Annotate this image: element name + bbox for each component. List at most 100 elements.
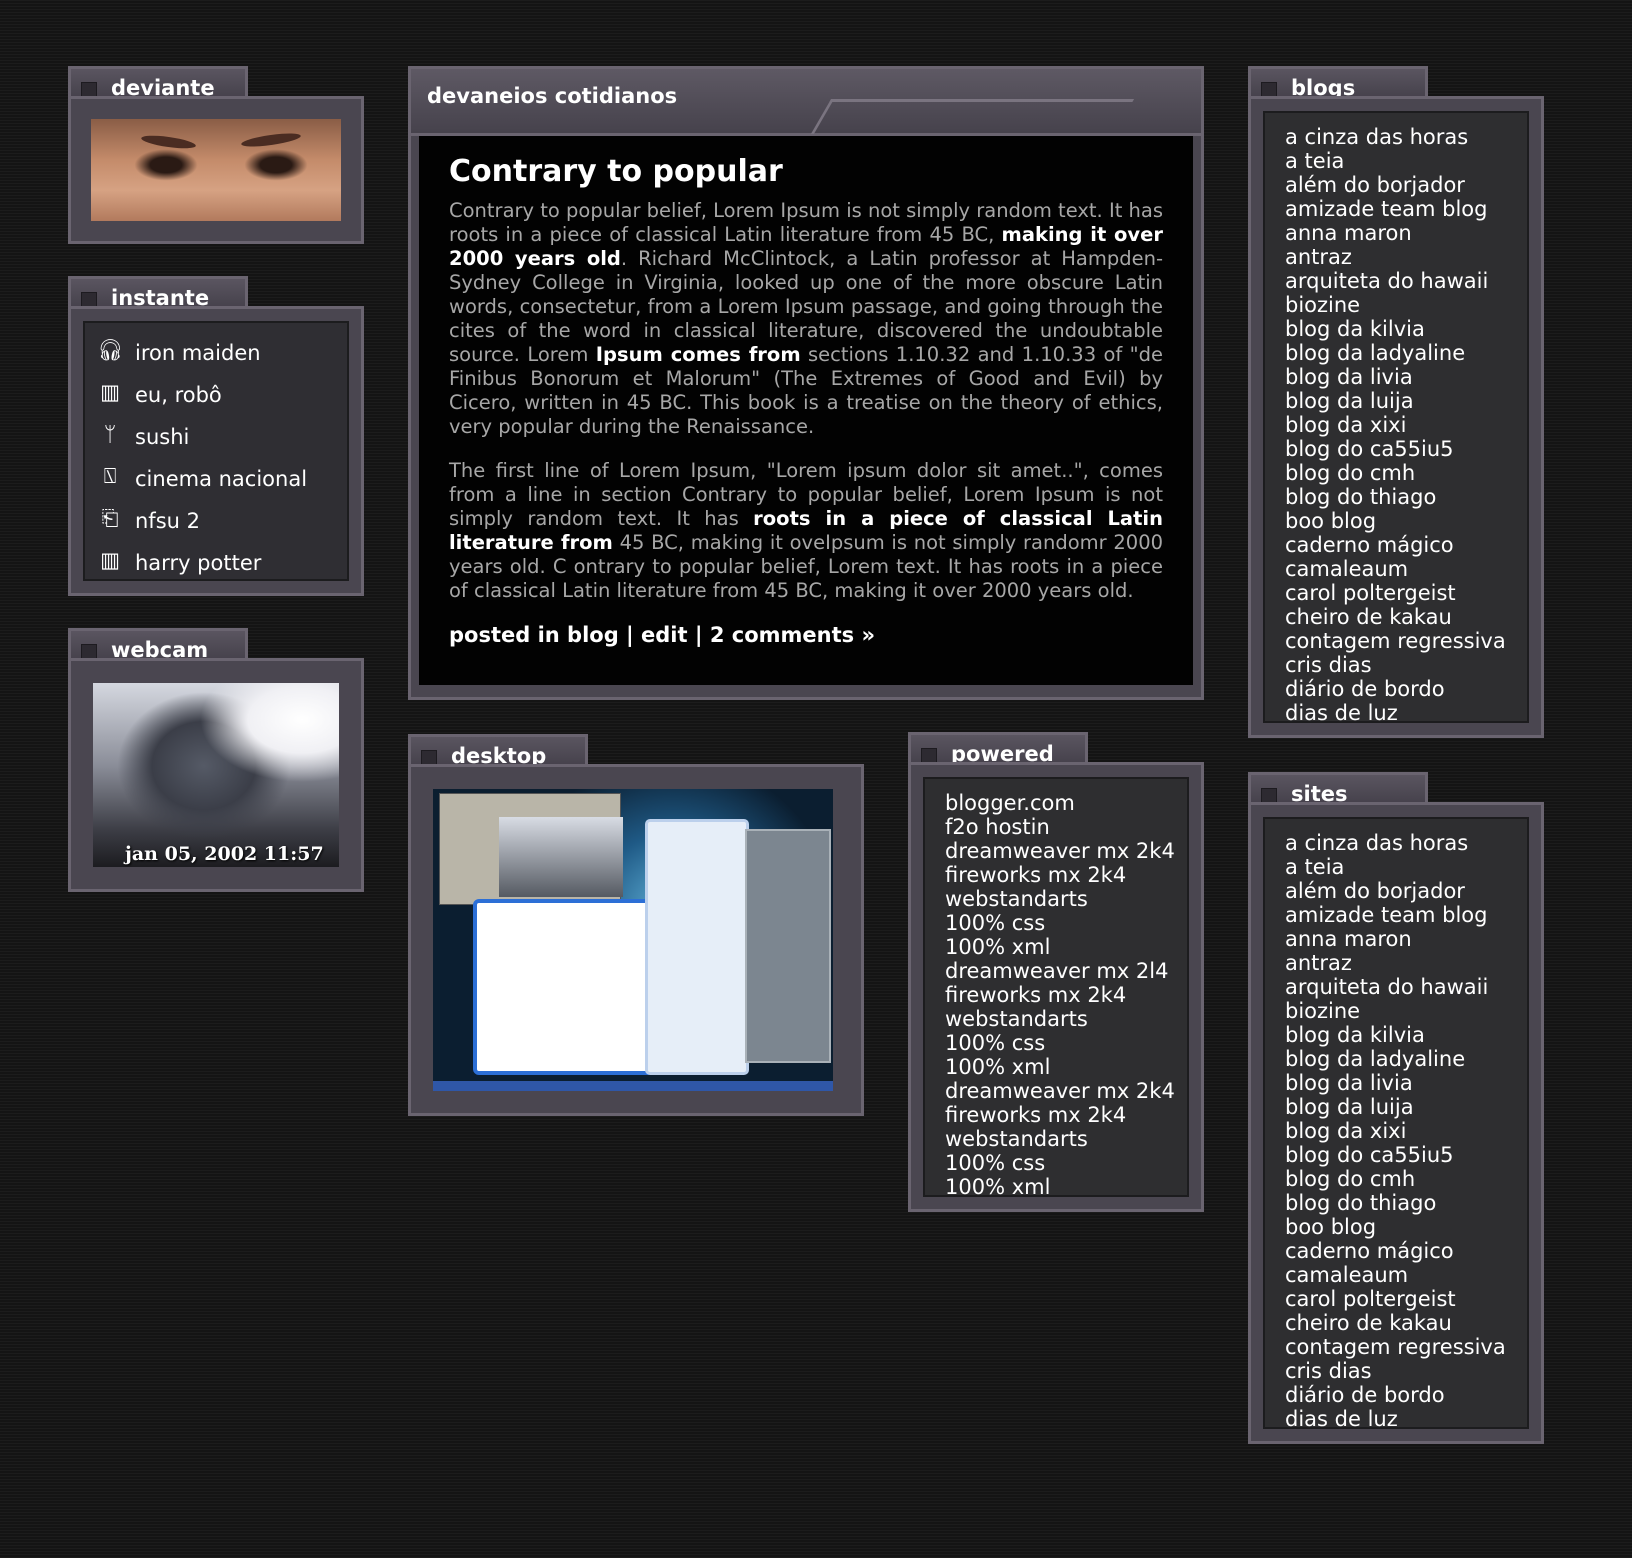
list-item: 🎧︎ iron maiden [97,338,261,365]
list-item[interactable]: a cinza das horas [1285,831,1527,855]
webcam-image: jan 05, 2002 11:57 [93,683,339,867]
list-item[interactable]: blog da livia [1285,365,1527,389]
list-item[interactable]: blog do ca55iu5 [1285,437,1527,461]
list-item[interactable]: anna maron [1285,221,1527,245]
list-item[interactable]: 100% css [945,1031,1187,1055]
list-item[interactable]: arquiteta do hawaii [1285,975,1527,999]
utensils-icon: ᛘ [103,422,117,446]
instante-list: 🎧︎ iron maiden ▥ eu, robô ᛘ sushi ⍂ cine… [85,323,347,589]
list-item[interactable]: webstandarts [945,887,1187,911]
list-item[interactable]: cris dias [1285,1359,1527,1383]
list-item[interactable]: dias de luz [1285,1407,1527,1431]
list-item[interactable]: caderno mágico [1285,533,1527,557]
list-item[interactable]: arquiteta do hawaii [1285,269,1527,293]
powered-list: blogger.com f2o hostin dreamweaver mx 2k4 f… [925,779,1187,1199]
list-item[interactable]: blog da livia [1285,1071,1527,1095]
list-item[interactable]: contagem regressiva [1285,629,1527,653]
list-item[interactable]: amizade team blog [1285,197,1527,221]
list-item[interactable]: 100% xml [945,1175,1187,1199]
list-item[interactable]: camaleaum [1285,1263,1527,1287]
list-item[interactable]: fireworks mx 2k4 [945,983,1187,1007]
list-item[interactable]: antraz [1285,245,1527,269]
webcam-body: jan 05, 2002 11:57 [68,658,364,892]
webcam-widget: webcam jan 05, 2002 11:57 [68,628,364,892]
headphones-icon: 🎧︎ [97,338,124,362]
list-item[interactable]: anna maron [1285,927,1527,951]
list-item[interactable]: 100% css [945,911,1187,935]
list-item[interactable]: blogger.com [945,791,1187,815]
list-item[interactable]: fireworks mx 2k4 [945,1103,1187,1127]
list-item[interactable]: biozine [1285,999,1527,1023]
list-item[interactable]: diário de bordo [1285,1383,1527,1407]
list-item[interactable]: blog da kilvia [1285,1023,1527,1047]
gamepad-icon: ⎗ [101,506,119,530]
edit-link[interactable]: edit [641,623,688,647]
list-item[interactable]: dreamweaver mx 2k4 [945,839,1187,863]
list-item[interactable]: antraz [1285,951,1527,975]
list-item[interactable]: carol poltergeist [1285,1287,1527,1311]
tv-icon: ⍂ [103,464,117,488]
sites-body: a cinza das horas a teia além do borjador a… [1248,802,1544,1444]
list-item[interactable]: cheiro de kakau [1285,605,1527,629]
list-item[interactable]: dreamweaver mx 2l4 [945,959,1187,983]
list-item[interactable]: dreamweaver mx 2k4 [945,1079,1187,1103]
list-item[interactable]: blog da ladyaline [1285,341,1527,365]
list-item[interactable]: f2o hostin [945,815,1187,839]
list-item[interactable]: blog da kilvia [1285,317,1527,341]
list-item[interactable]: fireworks mx 2k4 [945,863,1187,887]
list-item[interactable]: webstandarts [945,1127,1187,1151]
powered-body: blogger.com f2o hostin dreamweaver mx 2k4 f… [908,762,1204,1212]
list-item[interactable]: a teia [1285,855,1527,879]
list-item[interactable]: além do borjador [1285,879,1527,903]
list-item[interactable]: blog do thiago [1285,485,1527,509]
post-paragraph: Contrary to popular belief, Lorem Ipsum … [449,199,1164,438]
list-item[interactable]: a cinza das horas [1285,125,1527,149]
blogs-list: a cinza das horas a teia além do borjador a… [1265,113,1527,725]
desktop-screenshot[interactable] [433,789,833,1091]
post-title: Contrary to popular [449,154,783,189]
list-item[interactable]: blog do ca55iu5 [1285,1143,1527,1167]
list-item[interactable]: 100% xml [945,1055,1187,1079]
comments-link[interactable]: 2 comments » [710,623,875,647]
sites-widget: sites a cinza das horas a teia além do bor… [1248,772,1544,1444]
list-item[interactable]: boo blog [1285,509,1527,533]
list-item[interactable]: biozine [1285,293,1527,317]
post-link[interactable]: Ipsum comes from [596,343,801,366]
list-item[interactable]: blog da ladyaline [1285,1047,1527,1071]
list-item[interactable]: cheiro de kakau [1285,1311,1527,1335]
post-meta: posted in blog | edit | 2 comments » [449,623,876,647]
list-item[interactable]: a teia [1285,149,1527,173]
posted-in-link[interactable]: posted in blog [449,623,619,647]
deviante-widget: deviante [68,66,364,244]
list-item: ⍂ cinema nacional [97,463,347,505]
post-header: devaneios cotidianos [408,66,1204,136]
instante-body: 🎧︎ iron maiden ▥ eu, robô ᛘ sushi ⍂ cine… [68,306,364,596]
desktop-widget: desktop [408,734,864,1116]
list-item[interactable]: boo blog [1285,1215,1527,1239]
list-item[interactable]: contagem regressiva [1285,1335,1527,1359]
list-item[interactable]: cris dias [1285,653,1527,677]
list-item[interactable]: diário de bordo [1285,677,1527,701]
header-notch [810,99,1135,134]
list-item[interactable]: blog do thiago [1285,1191,1527,1215]
post-paragraph: The first line of Lorem Ipsum, "Lorem ip… [449,459,1164,602]
list-item[interactable]: caderno mágico [1285,1239,1527,1263]
list-item[interactable]: blog do cmh [1285,461,1527,485]
list-item[interactable]: além do borjador [1285,173,1527,197]
list-item[interactable]: blog do cmh [1285,1167,1527,1191]
list-item[interactable]: camaleaum [1285,557,1527,581]
list-item[interactable]: dias de luz [1285,701,1527,725]
list-item[interactable]: blog da luija [1285,389,1527,413]
list-item: ▥ eu, robô [97,379,347,421]
blogs-widget: blogs a cinza das horas a teia além do bor… [1248,66,1544,738]
list-item[interactable]: blog da xixi [1285,413,1527,437]
list-item: ᛘ sushi [97,421,347,463]
list-item[interactable]: 100% css [945,1151,1187,1175]
list-item[interactable]: carol poltergeist [1285,581,1527,605]
list-item[interactable]: webstandarts [945,1007,1187,1031]
list-item[interactable]: 100% xml [945,935,1187,959]
list-item[interactable]: amizade team blog [1285,903,1527,927]
list-item[interactable]: blog da xixi [1285,1119,1527,1143]
list-item: ▥ harry potter [97,547,347,589]
list-item[interactable]: blog da luija [1285,1095,1527,1119]
